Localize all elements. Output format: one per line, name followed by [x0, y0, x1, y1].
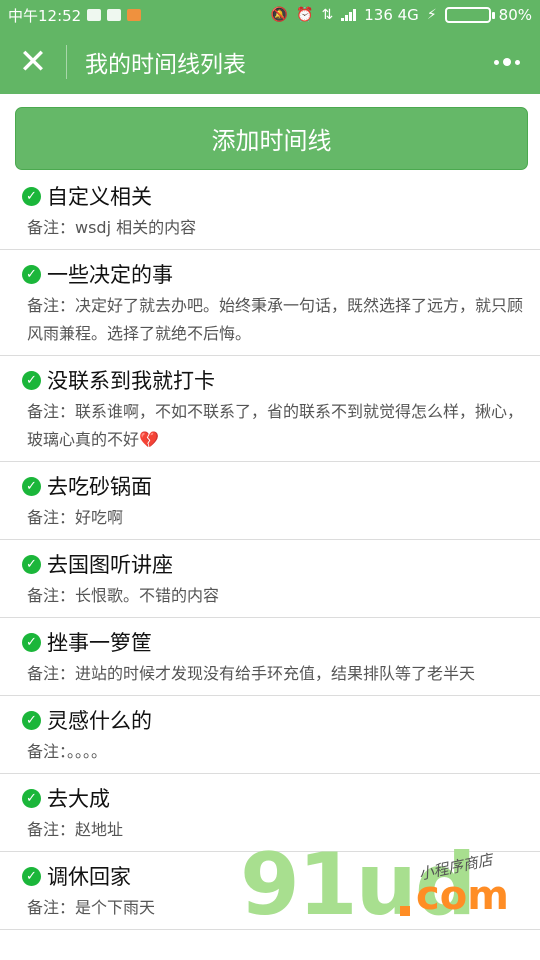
nav-divider — [66, 45, 67, 79]
timeline-item-note: 备注：决定好了就去办吧。始终秉承一句话，既然选择了远方，就只顾风雨兼程。选择了就… — [27, 296, 524, 343]
timeline-item-title-row: ✓ 去大成 — [22, 780, 528, 816]
notification-icon — [107, 9, 122, 21]
check-icon: ✓ — [22, 554, 41, 574]
timeline-item-title: 自定义相关 — [47, 185, 152, 209]
check-icon: ✓ — [22, 866, 41, 886]
timeline-item-title: 灵感什么的 — [47, 709, 152, 733]
data-transfer-icon: ⇅ — [321, 7, 334, 23]
status-time: 中午12:52 — [8, 6, 82, 25]
timeline-item[interactable]: ✓ 去大成备注：赵地址 — [0, 774, 540, 852]
timeline-item[interactable]: ✓ 去吃砂锅面备注：好吃啊 — [0, 462, 540, 540]
timeline-item-note: 备注：好吃啊 — [27, 508, 124, 527]
timeline-item[interactable]: ✓ 灵感什么的备注：。。。。 — [0, 696, 540, 774]
timeline-item-title-row: ✓ 去吃砂锅面 — [22, 468, 528, 504]
check-icon: ✓ — [22, 186, 41, 206]
battery-icon — [444, 7, 495, 23]
timeline-item-title-row: ✓ 去国图听讲座 — [22, 546, 528, 582]
nav-bar: ✕ 我的时间线列表 — [0, 30, 540, 94]
more-icon[interactable] — [492, 48, 522, 76]
timeline-item-title-row: ✓ 调休回家 — [22, 858, 528, 894]
alarm-icon: ⏰ — [296, 7, 314, 23]
timeline-item-title: 没联系到我就打卡 — [47, 369, 215, 393]
add-timeline-button[interactable]: 添加时间线 — [15, 107, 528, 170]
timeline-item[interactable]: ✓ 去国图听讲座备注：长恨歌。不错的内容 — [0, 540, 540, 618]
charging-icon: ⚡ — [426, 7, 437, 23]
timeline-item-note: 备注：进站的时候才发现没有给手环充值，结果排队等了老半天 — [27, 664, 476, 683]
timeline-item[interactable]: ✓ 一些决定的事备注：决定好了就去办吧。始终秉承一句话，既然选择了远方，就只顾风雨… — [0, 250, 540, 356]
timeline-item-title: 调休回家 — [47, 865, 131, 889]
check-icon: ✓ — [22, 788, 41, 808]
battery-percent: 80% — [498, 6, 532, 24]
timeline-list: ✓ 自定义相关备注：wsdj 相关的内容 ✓ 一些决定的事备注：决定好了就去办吧。始终… — [0, 172, 540, 930]
status-bar: 中午12:52 🔕 ⏰ ⇅ 136 4G ⚡ 80% — [0, 0, 540, 30]
page-title: 我的时间线列表 — [85, 52, 246, 78]
check-icon: ✓ — [22, 264, 41, 284]
close-icon[interactable]: ✕ — [0, 30, 66, 94]
timeline-item[interactable]: ✓ 没联系到我就打卡备注：联系谁啊，不如不联系了，省的联系不到就觉得怎么样，揪心，… — [0, 356, 540, 462]
timeline-item-note: 备注：联系谁啊，不如不联系了，省的联系不到就觉得怎么样，揪心，玻璃心真的不好💔 — [27, 402, 524, 449]
network-label: 136 4G — [364, 6, 419, 24]
timeline-item-note: 备注：赵地址 — [27, 820, 124, 839]
app-notification-icon — [127, 9, 142, 21]
timeline-item-title-row: ✓ 挫事一箩筐 — [22, 624, 528, 660]
timeline-item-title-row: ✓ 没联系到我就打卡 — [22, 362, 528, 398]
timeline-item[interactable]: ✓ 调休回家备注：是个下雨天 — [0, 852, 540, 930]
check-icon: ✓ — [22, 476, 41, 496]
mute-icon: 🔕 — [270, 7, 289, 23]
notification-icon — [87, 9, 102, 21]
timeline-item[interactable]: ✓ 自定义相关备注：wsdj 相关的内容 — [0, 172, 540, 250]
timeline-item[interactable]: ✓ 挫事一箩筐备注：进站的时候才发现没有给手环充值，结果排队等了老半天 — [0, 618, 540, 696]
timeline-item-note: 备注：。。。。 — [27, 742, 108, 761]
timeline-item-note: 备注：长恨歌。不错的内容 — [27, 586, 220, 605]
timeline-item-note: 备注：wsdj 相关的内容 — [27, 218, 197, 237]
timeline-item-title-row: ✓ 自定义相关 — [22, 178, 528, 214]
timeline-item-title: 去大成 — [47, 787, 110, 811]
check-icon: ✓ — [22, 632, 41, 652]
timeline-item-title: 去国图听讲座 — [47, 553, 173, 577]
check-icon: ✓ — [22, 370, 41, 390]
timeline-item-title-row: ✓ 一些决定的事 — [22, 256, 528, 292]
timeline-item-title: 挫事一箩筐 — [47, 631, 152, 655]
signal-icon — [341, 9, 357, 21]
check-icon: ✓ — [22, 710, 41, 730]
timeline-item-note: 备注：是个下雨天 — [27, 898, 156, 917]
timeline-item-title-row: ✓ 灵感什么的 — [22, 702, 528, 738]
timeline-item-title: 去吃砂锅面 — [47, 475, 152, 499]
timeline-item-title: 一些决定的事 — [47, 263, 173, 287]
